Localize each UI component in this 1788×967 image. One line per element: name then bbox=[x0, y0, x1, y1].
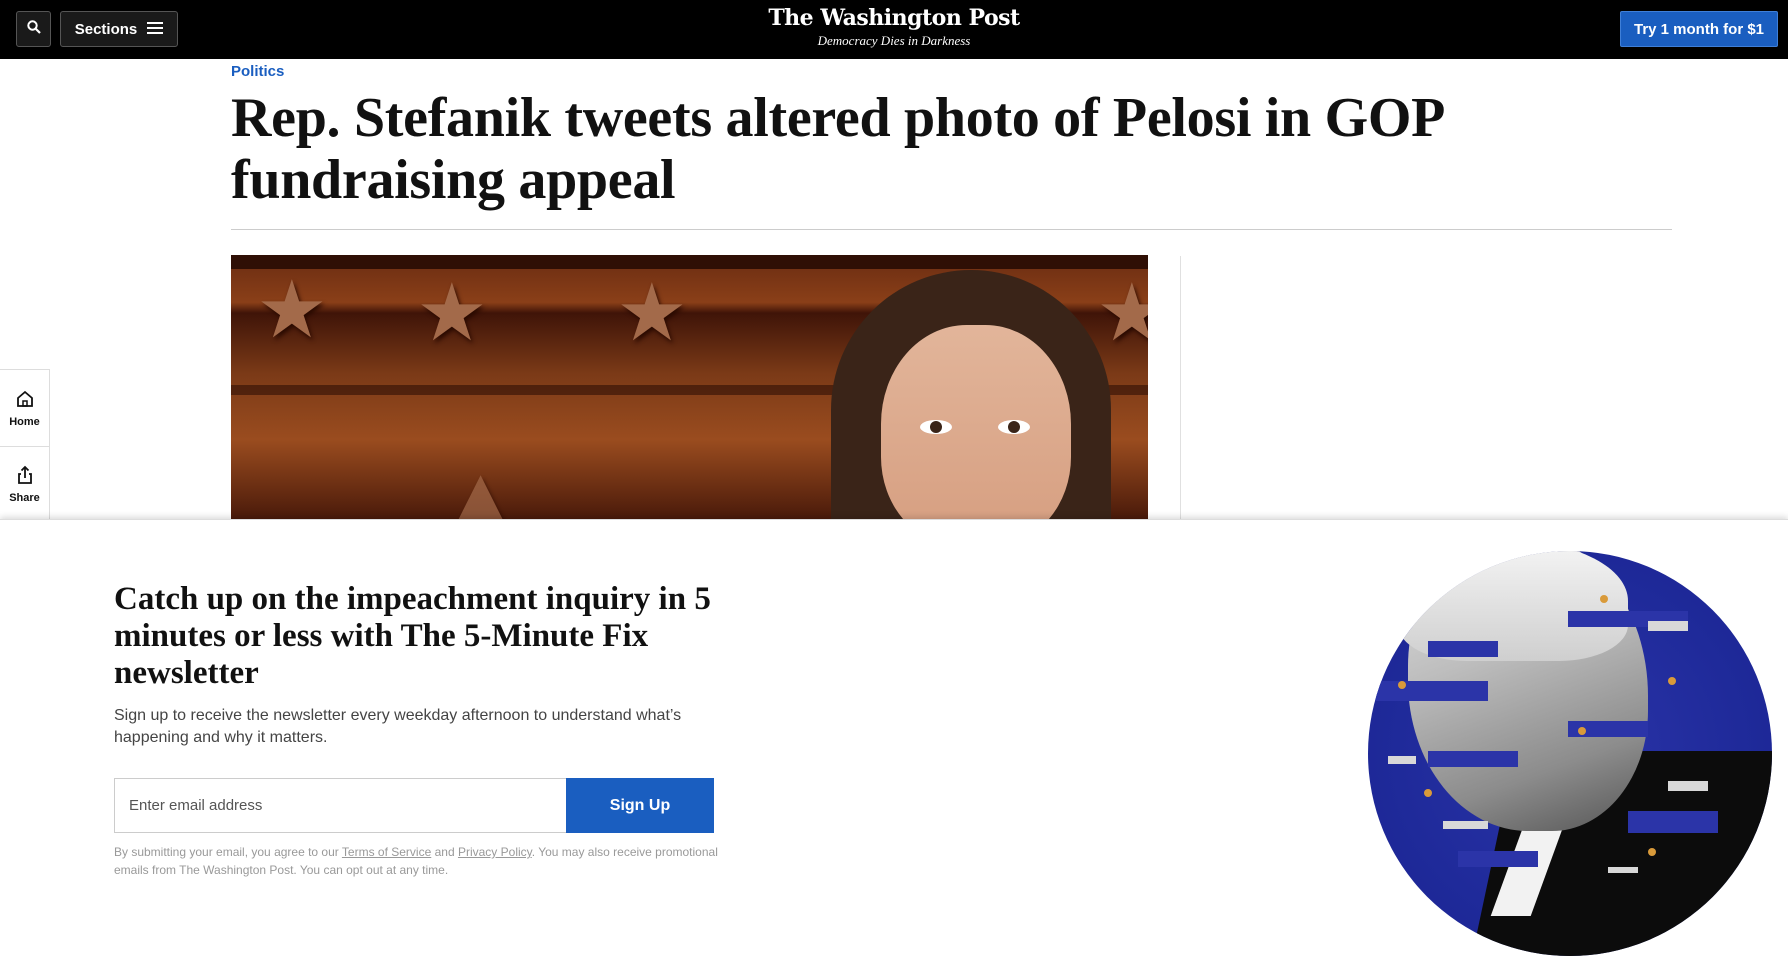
legal-disclaimer: By submitting your email, you agree to o… bbox=[114, 843, 724, 879]
newsletter-illustration bbox=[1368, 551, 1772, 956]
terms-of-service-link[interactable]: Terms of Service bbox=[342, 845, 431, 859]
home-button[interactable]: Home bbox=[0, 370, 49, 446]
share-button[interactable]: Share bbox=[0, 446, 49, 522]
legal-text: By submitting your email, you agree to o… bbox=[114, 845, 342, 859]
top-navigation-bar: Sections The Washington Post Democracy D… bbox=[0, 0, 1788, 59]
legal-text: and bbox=[431, 845, 458, 859]
headline-divider bbox=[231, 229, 1672, 230]
share-icon bbox=[15, 465, 35, 492]
newsletter-signup-panel: Catch up on the impeachment inquiry in 5… bbox=[0, 519, 1788, 967]
privacy-policy-link[interactable]: Privacy Policy bbox=[458, 845, 532, 859]
email-field[interactable] bbox=[114, 778, 566, 833]
site-logo[interactable]: The Washington Post bbox=[0, 5, 1788, 31]
site-tagline: Democracy Dies in Darkness bbox=[817, 33, 971, 48]
sign-up-button[interactable]: Sign Up bbox=[566, 778, 714, 833]
subscribe-button[interactable]: Try 1 month for $1 bbox=[1620, 11, 1778, 47]
column-divider bbox=[1180, 256, 1181, 519]
newsletter-title: Catch up on the impeachment inquiry in 5… bbox=[114, 581, 711, 691]
newsletter-description: Sign up to receive the newsletter every … bbox=[114, 707, 682, 746]
lead-photo: ★ ★ ★ ★ ★ ▲ ▲ bbox=[231, 255, 1148, 519]
home-label: Home bbox=[9, 415, 40, 428]
left-rail: Home Share bbox=[0, 369, 50, 523]
home-icon bbox=[15, 389, 35, 416]
masthead: The Washington Post Democracy Dies in Da… bbox=[0, 5, 1788, 49]
article-headline: Rep. Stefanik tweets altered photo of Pe… bbox=[231, 87, 1442, 211]
share-label: Share bbox=[9, 492, 40, 504]
section-kicker[interactable]: Politics bbox=[231, 63, 284, 80]
